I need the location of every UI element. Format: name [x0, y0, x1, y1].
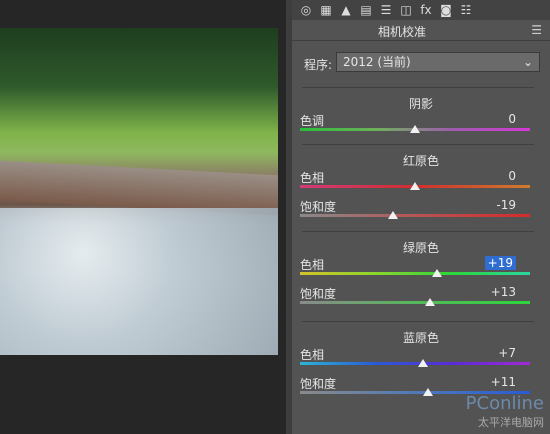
slider-thumb[interactable]: [422, 388, 433, 396]
slider-row: 饱和度 -19: [300, 198, 542, 230]
process-value: 2012 (当前): [343, 55, 411, 69]
photo-preview[interactable]: [0, 28, 278, 355]
slider-thumb[interactable]: [410, 125, 420, 133]
slider-value-field[interactable]: -19: [496, 198, 516, 212]
slider-value-field[interactable]: +7: [498, 346, 516, 360]
section-title: 绿原色: [402, 241, 439, 255]
panel-header: 相机校准 ☰: [292, 20, 550, 41]
slider-thumb[interactable]: [418, 359, 429, 367]
slider-row: 饱和度 +13: [300, 285, 542, 317]
fx-icon[interactable]: fx: [418, 3, 434, 17]
section-divider: [302, 321, 534, 322]
photo-stones: [0, 208, 278, 355]
slider-track[interactable]: [300, 214, 530, 217]
slider-thumb[interactable]: [431, 269, 442, 277]
slider-value-field[interactable]: +11: [491, 375, 516, 389]
slider-label: 色调: [300, 114, 325, 128]
process-select[interactable]: 2012 (当前) ⌄: [336, 52, 540, 72]
slider-thumb[interactable]: [410, 182, 420, 190]
slider-track[interactable]: [300, 272, 530, 275]
process-label: 程序:: [304, 58, 333, 72]
slider-label: 色相: [300, 171, 325, 185]
slider-value-field[interactable]: +13: [491, 285, 516, 299]
slider-label: 色相: [300, 348, 325, 362]
split-tone-icon[interactable]: ▤: [358, 3, 374, 17]
lens-icon[interactable]: ◫: [398, 3, 414, 17]
adjustment-panel: ◎ ▦ ▲ ▤ ☰ ◫ fx ◙ ☷ 相机校准 ☰ 程序: 2012 (当前) ⌄ 阴影色调 0 红…: [292, 0, 550, 434]
panel-menu-icon[interactable]: ☰: [531, 23, 542, 37]
camera-icon[interactable]: ◙: [438, 3, 454, 17]
slider-track[interactable]: [300, 362, 530, 365]
panel-title: 相机校准: [377, 25, 426, 39]
lines-icon[interactable]: ☰: [378, 3, 394, 17]
section-divider: [302, 231, 534, 232]
slider-value-field[interactable]: 0: [508, 112, 516, 126]
watermark-sub: 太平洋电脑网: [478, 416, 544, 429]
watermark: PConline 太平洋电脑网: [466, 393, 544, 430]
sliders-icon[interactable]: ☷: [458, 3, 474, 17]
slider-label: 饱和度: [300, 200, 337, 214]
section-title: 蓝原色: [402, 331, 439, 345]
slider-label: 饱和度: [300, 287, 337, 301]
mountain-icon[interactable]: ▲: [338, 3, 354, 17]
grid-icon[interactable]: ▦: [318, 3, 334, 17]
panel-tabs: ◎ ▦ ▲ ▤ ☰ ◫ fx ◙ ☷: [292, 0, 550, 20]
slider-row: 色调 0: [300, 112, 542, 144]
aperture-icon[interactable]: ◎: [298, 3, 314, 17]
slider-row: 色相 0: [300, 169, 542, 201]
slider-value-field[interactable]: +19: [484, 256, 516, 270]
image-canvas: [0, 0, 286, 434]
slider-thumb[interactable]: [424, 298, 435, 306]
section-divider: [302, 87, 534, 88]
slider-thumb[interactable]: [388, 211, 399, 219]
section-divider: [302, 144, 534, 145]
slider-track[interactable]: [300, 301, 530, 304]
slider-row: 色相 +19: [300, 256, 542, 288]
watermark-brand: PConline: [465, 393, 544, 414]
chevron-down-icon: ⌄: [522, 55, 533, 69]
slider-label: 色相: [300, 258, 325, 272]
slider-row: 色相 +7: [300, 346, 542, 378]
section-title: 红原色: [402, 154, 439, 168]
slider-label: 饱和度: [300, 377, 337, 391]
slider-value-field[interactable]: 0: [508, 169, 516, 183]
section-title: 阴影: [408, 97, 433, 111]
